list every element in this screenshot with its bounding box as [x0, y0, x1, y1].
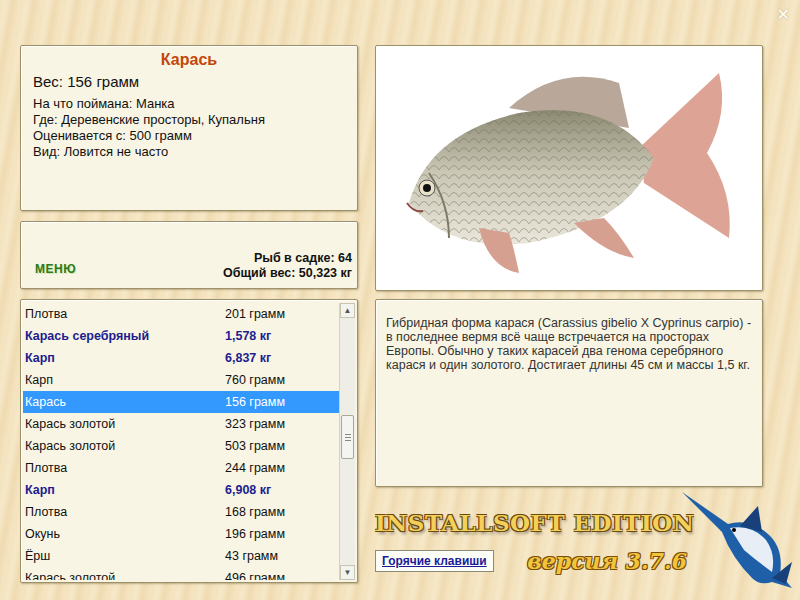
- catch-name: Карась серебряный: [23, 329, 225, 343]
- catch-weight: 6,908 кг: [225, 483, 339, 497]
- catch-name: Плотва: [23, 505, 225, 519]
- close-button[interactable]: ✕: [777, 5, 790, 24]
- scrollbar[interactable]: ▲▼: [339, 303, 355, 580]
- catch-weight: 503 грамм: [225, 439, 339, 453]
- catch-row[interactable]: Карп760 грамм: [23, 369, 339, 391]
- fish-detail: Вид: Ловится не часто: [33, 144, 345, 160]
- fish-picture: [375, 45, 763, 291]
- right-column: Гибридная форма карася (Carassius gibeli…: [375, 45, 763, 583]
- description-text: Гибридная форма карася (Carassius gibeli…: [386, 316, 752, 372]
- catch-name: Карась: [23, 395, 225, 409]
- catch-name: Окунь: [23, 527, 225, 541]
- catch-row[interactable]: Карась золотой323 грамм: [23, 413, 339, 435]
- catch-name: Карп: [23, 483, 225, 497]
- fish-title: Карась: [33, 50, 345, 70]
- catch-weight: 196 грамм: [225, 527, 339, 541]
- fish-info-panel: КарасьВес: 156 грамм На что поймана: Манк…: [20, 45, 358, 211]
- fish-details: На что поймана: МанкаГде: Деревенские пр…: [33, 96, 345, 160]
- catch-name: Карп: [23, 373, 225, 387]
- hotkeys-button[interactable]: Горячие клавиши: [375, 550, 494, 572]
- scroll-down-button[interactable]: ▼: [340, 565, 355, 580]
- fish-weight: Вес: 156 грамм: [33, 72, 345, 92]
- catch-name: Плотва: [23, 461, 225, 475]
- catch-row[interactable]: Карп6,837 кг: [23, 347, 339, 369]
- catch-row[interactable]: Карп6,908 кг: [23, 479, 339, 501]
- marlin-icon: [680, 488, 795, 593]
- catch-weight: 1,578 кг: [225, 329, 339, 343]
- catch-weight: 6,837 кг: [225, 351, 339, 365]
- cage-count: Рыб в садке: 64: [223, 251, 352, 266]
- catch-name: Карп: [23, 351, 225, 365]
- catch-weight: 156 грамм: [225, 395, 339, 409]
- bottom-area: INSTALLSOFT EDITION Горячие клавиши версия…: [375, 487, 763, 574]
- fish-card: КарасьВес: 156 граммНа что поймана: Манк…: [0, 0, 800, 583]
- catch-list: Плотва201 граммКарась серебряный1,578 кг…: [20, 299, 358, 583]
- catch-weight: 496 грамм: [225, 571, 339, 580]
- cage-panel: МЕНЮ Рыб в садке: 64Общий вес: 50,323 кг: [20, 221, 358, 289]
- catch-row[interactable]: Плотва244 грамм: [23, 457, 339, 479]
- catch-weight: 201 грамм: [225, 307, 339, 321]
- catch-name: Ёрш: [23, 549, 225, 563]
- catch-name: Карась золотой: [23, 417, 225, 431]
- catch-row[interactable]: Окунь196 грамм: [23, 523, 339, 545]
- catch-row[interactable]: Карась золотой496 грамм: [23, 567, 339, 580]
- catch-weight: 323 грамм: [225, 417, 339, 431]
- cage-summary: Рыб в садке: 64Общий вес: 50,323 кг: [223, 251, 352, 281]
- catch-row[interactable]: Карась156 грамм: [23, 391, 339, 413]
- catch-row[interactable]: Карась серебряный1,578 кг: [23, 325, 339, 347]
- cage-total: Общий вес: 50,323 кг: [223, 266, 352, 281]
- fish-detail: Где: Деревенские просторы, Купальня: [33, 112, 345, 128]
- edition-logo: INSTALLSOFT EDITION: [375, 509, 694, 536]
- menu-button[interactable]: МЕНЮ: [35, 262, 76, 281]
- catch-row[interactable]: Плотва168 грамм: [23, 501, 339, 523]
- bottom-row: Горячие клавиши версия 3.7.6: [375, 548, 695, 574]
- catch-name: Карась золотой: [23, 439, 225, 453]
- fish-detail: На что поймана: Манка: [33, 96, 345, 112]
- catch-name: Плотва: [23, 307, 225, 321]
- fish-icon: [389, 53, 749, 283]
- catch-weight: 168 грамм: [225, 505, 339, 519]
- left-column: КарасьВес: 156 граммНа что поймана: Манк…: [20, 45, 358, 583]
- scroll-thumb[interactable]: [341, 415, 354, 459]
- catch-weight: 43 грамм: [225, 549, 339, 563]
- catch-row[interactable]: Карась золотой503 грамм: [23, 435, 339, 457]
- description-panel: Гибридная форма карася (Carassius gibeli…: [375, 299, 763, 487]
- grip-icon: [345, 434, 351, 441]
- catch-row[interactable]: Ёрш43 грамм: [23, 545, 339, 567]
- catch-weight: 760 грамм: [225, 373, 339, 387]
- fish-detail: Оценивается с: 500 грамм: [33, 128, 345, 144]
- version-label: версия 3.7.6: [527, 548, 687, 574]
- catch-rows: Плотва201 граммКарась серебряный1,578 кг…: [23, 303, 339, 580]
- scroll-track[interactable]: [340, 318, 355, 565]
- scroll-up-button[interactable]: ▲: [340, 303, 355, 318]
- catch-name: Карась золотой: [23, 571, 225, 580]
- catch-weight: 244 грамм: [225, 461, 339, 475]
- catch-row[interactable]: Плотва201 грамм: [23, 303, 339, 325]
